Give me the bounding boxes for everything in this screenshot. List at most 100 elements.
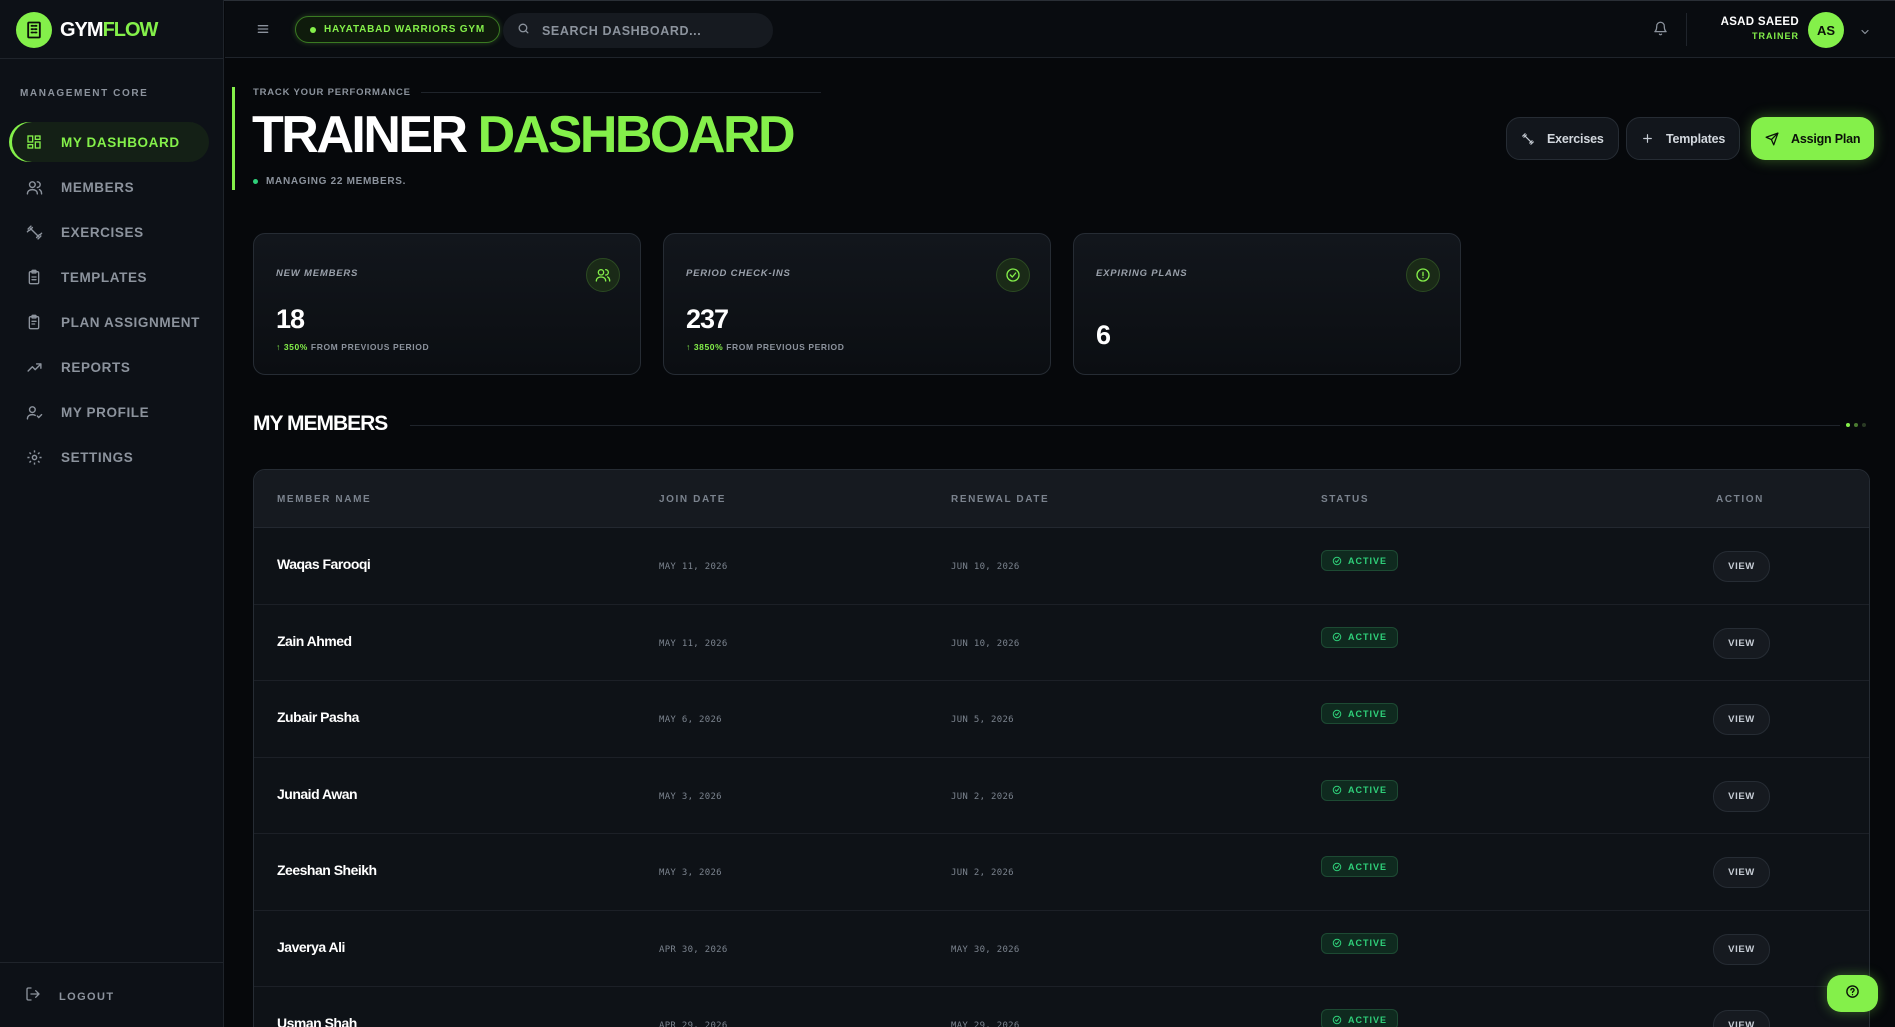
bell-icon[interactable] bbox=[1653, 21, 1668, 41]
user-info[interactable]: ASAD SAEED TRAINER bbox=[1721, 16, 1799, 41]
renewal-date: JUN 2, 2026 bbox=[951, 868, 1014, 878]
sidebar-item-label: REPORTS bbox=[61, 359, 131, 375]
status-text: ACTIVE bbox=[1348, 1014, 1388, 1025]
gym-selector-pill[interactable]: HAYATABAD WARRIORS GYM bbox=[295, 16, 500, 43]
sidebar-item-my-dashboard[interactable]: MY DASHBOARD bbox=[9, 122, 209, 162]
column-header: ACTION bbox=[1716, 494, 1764, 505]
header-eyebrow: TRACK YOUR PERFORMANCE bbox=[253, 87, 821, 98]
sidebar-item-settings[interactable]: SETTINGS bbox=[9, 437, 209, 477]
view-button[interactable]: VIEW bbox=[1713, 704, 1770, 735]
view-button[interactable]: VIEW bbox=[1713, 551, 1770, 582]
user-role: TRAINER bbox=[1752, 31, 1799, 41]
join-date: MAY 6, 2026 bbox=[659, 715, 722, 725]
assign-plan-button[interactable]: Assign Plan bbox=[1751, 117, 1875, 160]
status-badge: ACTIVE bbox=[1321, 779, 1399, 801]
menu-icon[interactable] bbox=[255, 21, 271, 37]
table-row: Usman Shah APR 29, 2026 MAY 29, 2026 ACTIVE… bbox=[254, 987, 1869, 1027]
table-row: Javerya Ali APR 30, 2026 MAY 30, 2026 ACTIV… bbox=[254, 911, 1869, 987]
table-body: Waqas Farooqi MAY 11, 2026 JUN 10, 2026 ACT… bbox=[254, 528, 1869, 1027]
dumbbell-icon bbox=[1521, 132, 1535, 146]
search-icon bbox=[517, 22, 530, 40]
column-header: JOIN DATE bbox=[659, 494, 726, 505]
plus-icon bbox=[1641, 132, 1654, 145]
brand-logo-block[interactable]: GYMFLOW bbox=[16, 12, 158, 48]
member-name[interactable]: Zain Ahmed bbox=[277, 633, 352, 649]
sidebar-item-exercises[interactable]: EXERCISES bbox=[9, 212, 209, 252]
renewal-date: MAY 29, 2026 bbox=[951, 1021, 1020, 1027]
renewal-date: JUN 2, 2026 bbox=[951, 791, 1014, 802]
gear-icon bbox=[25, 448, 43, 466]
sidebar-item-label: MY DASHBOARD bbox=[61, 134, 180, 150]
help-button[interactable] bbox=[1827, 975, 1878, 1012]
members-section-title: MY MEMBERS bbox=[253, 412, 388, 435]
gym-name: HAYATABAD WARRIORS GYM bbox=[324, 24, 485, 35]
join-date: APR 30, 2026 bbox=[659, 944, 728, 955]
sidebar-item-label: SETTINGS bbox=[61, 449, 134, 465]
send-icon bbox=[1765, 132, 1779, 146]
chevron-down-icon[interactable] bbox=[1859, 25, 1871, 43]
join-date: MAY 11, 2026 bbox=[659, 562, 728, 572]
renewal-date: JUN 10, 2026 bbox=[951, 562, 1020, 572]
grid-icon bbox=[25, 133, 43, 151]
building-icon bbox=[16, 12, 52, 48]
view-button[interactable]: VIEW bbox=[1713, 933, 1770, 965]
stat-trend: ↑ 350% FROM PREVIOUS PERIOD bbox=[276, 342, 430, 352]
status-text: ACTIVE bbox=[1348, 785, 1388, 795]
sidebar-item-plan-assignment[interactable]: PLAN ASSIGNMENT bbox=[9, 302, 209, 342]
member-name[interactable]: Usman Shah bbox=[277, 1015, 357, 1027]
stat-label: NEW MEMBERS bbox=[276, 268, 359, 279]
user-name: ASAD SAEED bbox=[1720, 16, 1799, 28]
view-button[interactable]: VIEW bbox=[1713, 857, 1770, 888]
status-text: ACTIVE bbox=[1348, 708, 1388, 719]
logout-button[interactable]: LOGOUT bbox=[25, 986, 114, 1007]
search-box bbox=[503, 13, 773, 48]
table-row: Zubair Pasha MAY 6, 2026 JUN 5, 2026 ACTIVE… bbox=[254, 681, 1869, 758]
dumbbell-icon bbox=[25, 223, 43, 241]
search-input[interactable] bbox=[542, 23, 752, 38]
stat-trend: ↑ 3850% FROM PREVIOUS PERIOD bbox=[686, 342, 845, 352]
member-name[interactable]: Waqas Farooqi bbox=[277, 556, 371, 572]
sidebar-item-my-profile[interactable]: MY PROFILE bbox=[9, 392, 209, 432]
page-title: TRAINER DASHBOARD bbox=[252, 106, 796, 164]
clipboard-check-icon bbox=[25, 313, 43, 331]
join-date: MAY 3, 2026 bbox=[659, 791, 722, 802]
stat-value: 237 bbox=[686, 304, 729, 334]
brand-name: GYMFLOW bbox=[60, 18, 158, 41]
stat-card-expiring-plans: EXPIRING PLANS 6 bbox=[1073, 233, 1461, 375]
renewal-date: JUN 10, 2026 bbox=[951, 638, 1020, 649]
status-badge: ACTIVE bbox=[1321, 703, 1399, 724]
sidebar-item-members[interactable]: MEMBERS bbox=[9, 167, 209, 207]
status-badge: ACTIVE bbox=[1321, 856, 1399, 877]
eyebrow-text: TRACK YOUR PERFORMANCE bbox=[253, 87, 411, 98]
exercises-button[interactable]: Exercises bbox=[1506, 117, 1619, 160]
sidebar-item-templates[interactable]: TEMPLATES bbox=[9, 257, 209, 297]
member-name[interactable]: Zeeshan Sheikh bbox=[277, 862, 377, 878]
sidebar-item-label: TEMPLATES bbox=[61, 269, 148, 285]
stat-label: PERIOD CHECK-INS bbox=[686, 268, 791, 279]
templates-button-label: Templates bbox=[1666, 131, 1726, 146]
check-circle-icon bbox=[1332, 862, 1342, 872]
view-button[interactable]: VIEW bbox=[1713, 780, 1770, 812]
stat-value: 18 bbox=[276, 304, 305, 334]
member-name[interactable]: Javerya Ali bbox=[277, 939, 345, 955]
logout-icon bbox=[25, 986, 41, 1007]
member-name[interactable]: Junaid Awan bbox=[277, 786, 358, 802]
view-button[interactable]: VIEW bbox=[1713, 627, 1770, 659]
member-name[interactable]: Zubair Pasha bbox=[277, 709, 359, 725]
sidebar-item-reports[interactable]: REPORTS bbox=[9, 347, 209, 387]
sidebar-item-label: MEMBERS bbox=[61, 179, 135, 195]
table-row: Zain Ahmed MAY 11, 2026 JUN 10, 2026 ACTIVE… bbox=[254, 605, 1869, 681]
status-badge: ACTIVE bbox=[1321, 932, 1399, 954]
avatar[interactable]: AS bbox=[1808, 12, 1844, 48]
status-dot-icon bbox=[253, 179, 258, 184]
view-button[interactable]: VIEW bbox=[1713, 1010, 1770, 1027]
header-subline: MANAGING 22 MEMBERS. bbox=[253, 176, 406, 187]
stat-label: EXPIRING PLANS bbox=[1096, 268, 1188, 279]
join-date: MAY 11, 2026 bbox=[659, 638, 728, 649]
status-text: ACTIVE bbox=[1348, 861, 1388, 872]
templates-button[interactable]: Templates bbox=[1626, 117, 1741, 160]
renewal-date: JUN 5, 2026 bbox=[951, 715, 1014, 725]
clipboard-icon bbox=[25, 268, 43, 286]
stat-card-period-checkins: PERIOD CHECK-INS 237 ↑ 3850% FROM PREVIO… bbox=[663, 233, 1051, 375]
sidebar-item-label: MY PROFILE bbox=[61, 404, 150, 420]
